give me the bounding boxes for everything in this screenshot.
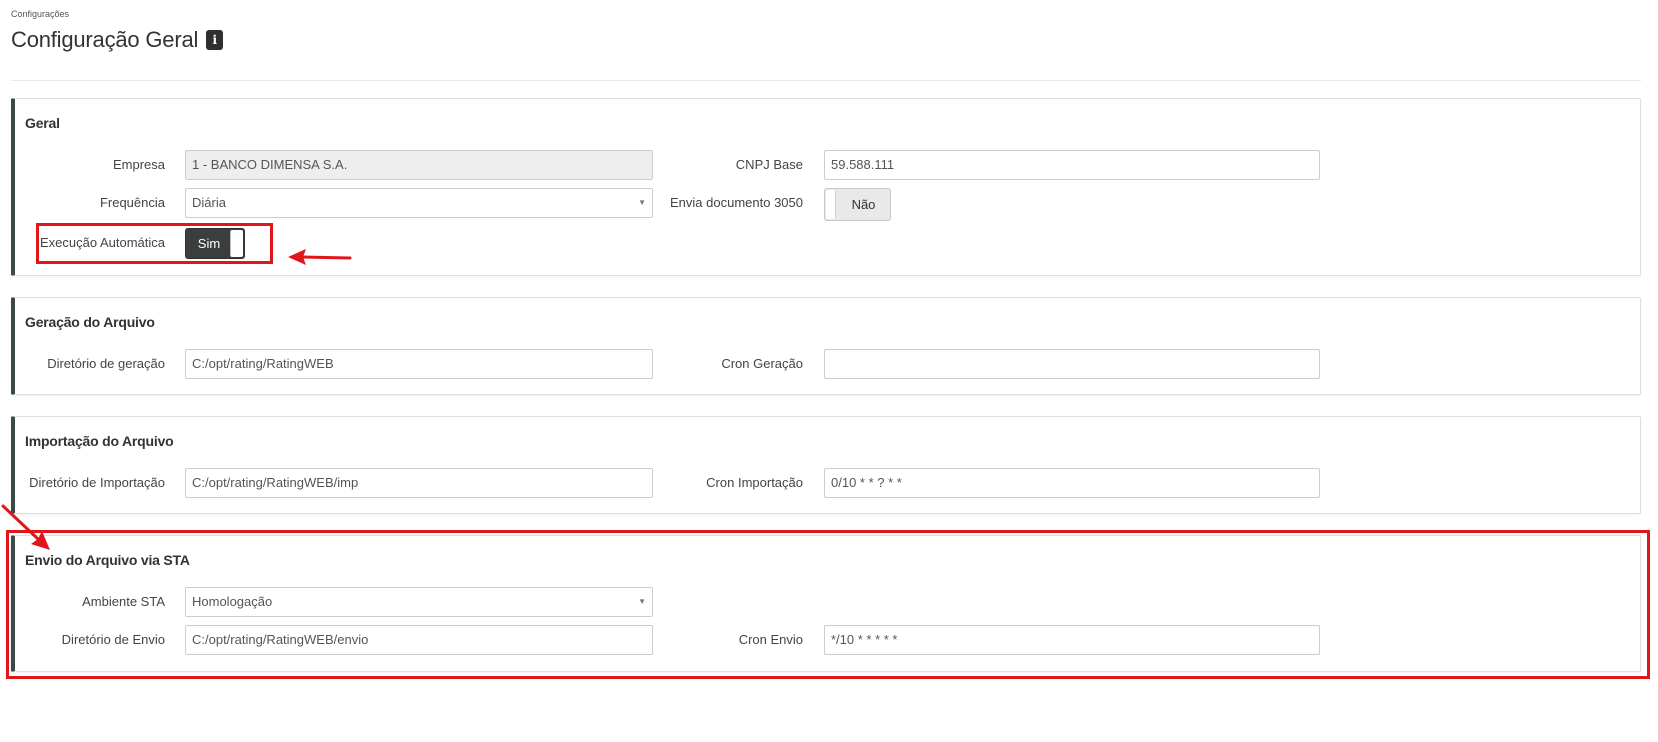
envia-documento-label: Envia documento 3050 (670, 195, 803, 210)
cnpj-base-input[interactable]: 59.588.111 (824, 150, 1320, 180)
diretorio-envio-input[interactable]: C:/opt/rating/RatingWEB/envio (185, 625, 653, 655)
execucao-automatica-toggle-text: Sim (197, 236, 221, 251)
title-divider (11, 80, 1641, 81)
execucao-automatica-toggle[interactable]: Sim (185, 228, 245, 259)
frequencia-label: Frequência (99, 195, 165, 210)
info-icon[interactable]: i (206, 30, 224, 50)
panel-title-importacao: Importação do Arquivo (25, 433, 174, 449)
page-title: Configuração Geral i (11, 27, 224, 53)
panel-importacao: Importação do Arquivo Diretório de Impor… (11, 416, 1641, 514)
diretorio-importacao-label: Diretório de Importação (29, 475, 165, 490)
diretorio-envio-label: Diretório de Envio (61, 632, 165, 647)
envia-documento-toggle[interactable]: Não (824, 188, 891, 221)
cron-geracao-label: Cron Geração (721, 356, 803, 371)
cron-importacao-input[interactable]: 0/10 * * ? * * (824, 468, 1320, 498)
diretorio-importacao-input[interactable]: C:/opt/rating/RatingWEB/imp (185, 468, 653, 498)
cron-importacao-label: Cron Importação (706, 475, 803, 490)
panel-title-geracao: Geração do Arquivo (25, 314, 155, 330)
cron-geracao-input[interactable] (824, 349, 1320, 379)
envia-documento-toggle-text: Não (851, 197, 876, 212)
panel-title-envio: Envio do Arquivo via STA (25, 552, 190, 568)
ambiente-sta-select[interactable]: Homologação (185, 587, 653, 617)
cron-envio-input[interactable]: */10 * * * * * (824, 625, 1320, 655)
breadcrumb[interactable]: Configurações (11, 9, 69, 19)
toggle-knob (230, 230, 243, 257)
panel-title-geral: Geral (25, 115, 60, 131)
panel-geracao: Geração do Arquivo Diretório de geração … (11, 297, 1641, 395)
cron-envio-label: Cron Envio (738, 632, 803, 647)
diretorio-geracao-label: Diretório de geração (47, 356, 165, 371)
page-title-text: Configuração Geral (11, 27, 199, 52)
cnpj-base-label: CNPJ Base (735, 157, 803, 172)
panel-geral: Geral Empresa 1 - BANCO DIMENSA S.A. CNP… (11, 98, 1641, 276)
panel-envio-sta: Envio do Arquivo via STA Ambiente STA Ho… (11, 535, 1641, 672)
empresa-label: Empresa (112, 157, 165, 172)
empresa-field[interactable]: 1 - BANCO DIMENSA S.A. (185, 150, 653, 180)
toggle-knob (826, 190, 836, 219)
execucao-automatica-label: Execução Automática (39, 235, 165, 250)
frequencia-select[interactable]: Diária (185, 188, 653, 218)
ambiente-sta-label: Ambiente STA (82, 594, 165, 609)
diretorio-geracao-input[interactable]: C:/opt/rating/RatingWEB (185, 349, 653, 379)
